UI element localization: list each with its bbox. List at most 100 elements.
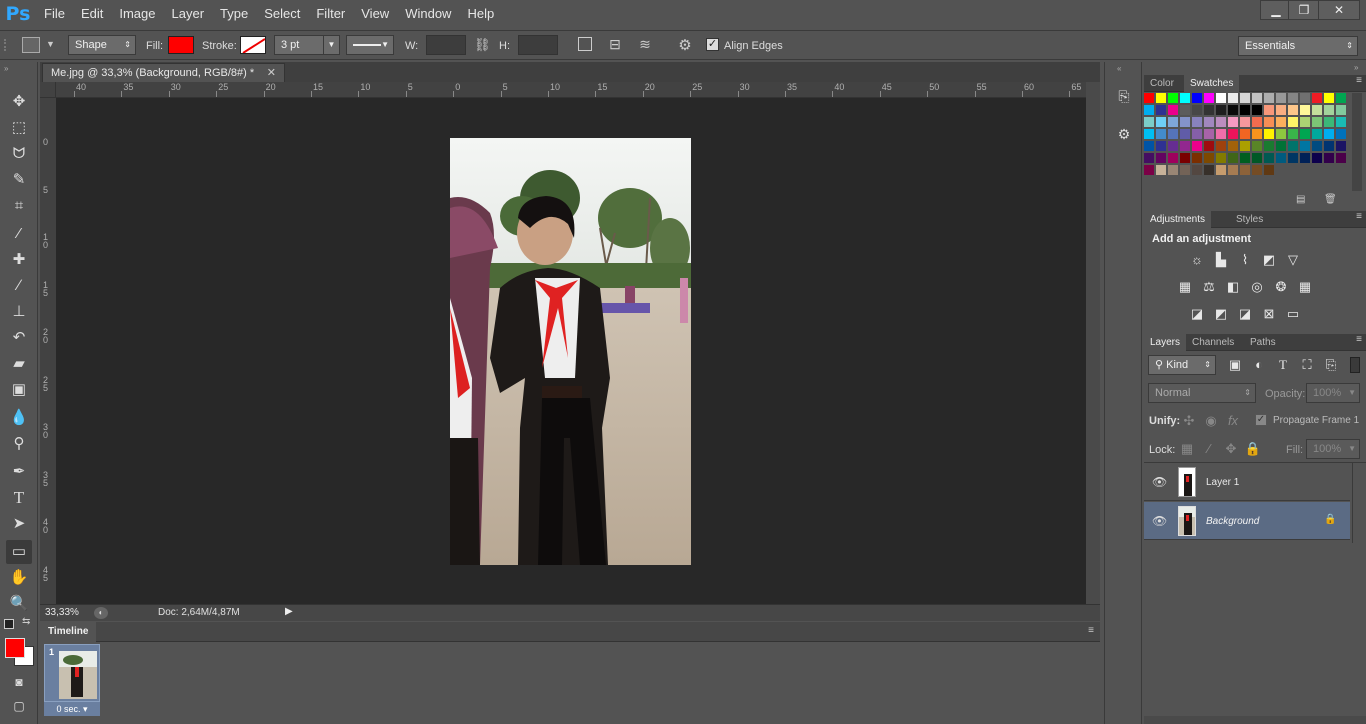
unify-position-icon[interactable]: ✣ <box>1180 412 1198 430</box>
tab-styles[interactable]: Styles <box>1230 211 1269 228</box>
color-swatch[interactable] <box>1228 153 1238 163</box>
color-swatch[interactable] <box>1288 153 1298 163</box>
lock-image-icon[interactable]: ∕ <box>1200 440 1218 458</box>
document-tab[interactable]: Me.jpg @ 33,3% (Background, RGB/8#) * ✕ <box>42 63 285 82</box>
color-swatch[interactable] <box>1252 93 1262 103</box>
adjustments-menu-icon[interactable]: ≡ <box>1356 211 1362 222</box>
color-swatch[interactable] <box>1204 93 1214 103</box>
color-swatch[interactable] <box>1300 93 1310 103</box>
threshold-icon[interactable]: ◪ <box>1236 305 1254 323</box>
gradient-map-icon[interactable]: ▭ <box>1284 305 1302 323</box>
color-swatch[interactable] <box>1300 105 1310 115</box>
color-swatch[interactable] <box>1324 93 1334 103</box>
ruler-origin[interactable] <box>40 82 56 98</box>
color-swatch[interactable] <box>1288 117 1298 127</box>
color-swatch[interactable] <box>1192 129 1202 139</box>
unify-visibility-icon[interactable]: ◉ <box>1202 412 1220 430</box>
new-swatch-icon[interactable]: ▤ <box>1296 194 1305 205</box>
close-window-button[interactable]: ✕ <box>1318 0 1360 20</box>
eye-visibility-icon[interactable]: 👁 <box>1152 475 1167 489</box>
color-swatch[interactable] <box>1240 141 1250 151</box>
menu-help[interactable]: Help <box>459 0 502 28</box>
color-swatch[interactable] <box>1228 129 1238 139</box>
color-swatch[interactable] <box>1240 93 1250 103</box>
layers-menu-icon[interactable]: ≡ <box>1356 334 1362 345</box>
color-swatch[interactable] <box>1192 153 1202 163</box>
fill-opacity-input[interactable]: 100% ▼ <box>1306 439 1360 459</box>
menu-type[interactable]: Type <box>212 0 256 28</box>
vertical-scrollbar[interactable] <box>1086 82 1100 604</box>
color-swatch[interactable] <box>1144 141 1154 151</box>
layer-row-layer-1[interactable]: 👁 Layer 1 <box>1144 463 1350 501</box>
propagate-frame-checkbox[interactable]: ✓ <box>1255 414 1267 426</box>
color-swatch[interactable] <box>1324 141 1334 151</box>
default-colors-icon[interactable] <box>4 619 14 629</box>
color-swatch[interactable] <box>1204 141 1214 151</box>
gear-icon[interactable]: ⚙ <box>676 36 694 54</box>
stroke-width-input[interactable]: 3 pt ▼ <box>274 35 340 55</box>
color-swatch[interactable] <box>1276 93 1286 103</box>
lock-all-icon[interactable]: 🔒 <box>1244 440 1262 458</box>
path-alignment-icon[interactable]: ⊟ <box>606 36 624 54</box>
tab-channels[interactable]: Channels <box>1186 334 1240 351</box>
color-swatch[interactable] <box>1300 129 1310 139</box>
color-swatch[interactable] <box>1156 93 1166 103</box>
color-swatch[interactable] <box>1144 93 1154 103</box>
color-swatch[interactable] <box>1216 105 1226 115</box>
menu-window[interactable]: Window <box>397 0 459 28</box>
color-swatch[interactable] <box>1336 117 1346 127</box>
timeline-menu-icon[interactable]: ≡ <box>1088 625 1094 636</box>
color-swatch[interactable] <box>1336 153 1346 163</box>
color-swatch[interactable] <box>1180 117 1190 127</box>
timeline-frame[interactable]: 1 <box>44 644 100 702</box>
brush-tool-icon[interactable]: ∕ <box>6 274 32 298</box>
color-swatch[interactable] <box>1276 153 1286 163</box>
color-swatch[interactable] <box>1312 117 1322 127</box>
filter-pixel-icon[interactable]: ▣ <box>1226 356 1244 374</box>
posterize-icon[interactable]: ◩ <box>1212 305 1230 323</box>
color-swatch[interactable] <box>1240 153 1250 163</box>
filter-type-icon[interactable]: T <box>1274 356 1292 374</box>
swap-colors-icon[interactable]: ⇆ <box>22 616 30 627</box>
color-swatch[interactable] <box>1156 105 1166 115</box>
color-swatch[interactable] <box>1300 141 1310 151</box>
rectangle-tool-icon[interactable]: ▭ <box>6 540 32 564</box>
frame-delay-dropdown[interactable]: 0 sec. ▾ <box>44 702 100 716</box>
menu-filter[interactable]: Filter <box>308 0 353 28</box>
color-swatch[interactable] <box>1144 105 1154 115</box>
menu-image[interactable]: Image <box>111 0 163 28</box>
color-swatch[interactable] <box>1264 165 1274 175</box>
fill-color-swatch[interactable] <box>168 36 194 54</box>
eraser-tool-icon[interactable]: ▰ <box>6 352 32 376</box>
color-swatch[interactable] <box>1180 93 1190 103</box>
color-swatch[interactable] <box>1204 153 1214 163</box>
color-swatch[interactable] <box>1288 105 1298 115</box>
stroke-color-swatch[interactable] <box>240 36 266 54</box>
eyedropper-tool-icon[interactable]: ⁄ <box>6 222 32 246</box>
menu-file[interactable]: File <box>36 0 73 28</box>
color-swatch[interactable] <box>1180 153 1190 163</box>
restore-button[interactable]: ❐ <box>1288 0 1320 20</box>
lasso-tool-icon[interactable]: ᗢ <box>6 142 32 166</box>
color-swatch[interactable] <box>1228 165 1238 175</box>
menu-select[interactable]: Select <box>256 0 308 28</box>
properties-panel-icon[interactable]: ⚙ <box>1115 126 1133 144</box>
color-swatch[interactable] <box>1156 141 1166 151</box>
document-image[interactable] <box>450 138 691 565</box>
color-swatch[interactable] <box>1312 105 1322 115</box>
color-swatch[interactable] <box>1252 165 1262 175</box>
color-swatch[interactable] <box>1252 141 1262 151</box>
dodge-tool-icon[interactable]: ⚲ <box>6 432 32 456</box>
selective-color-icon[interactable]: ⊠ <box>1260 305 1278 323</box>
exposure-icon[interactable]: ◩ <box>1260 251 1278 269</box>
color-swatch[interactable] <box>1264 153 1274 163</box>
color-swatch[interactable] <box>1156 165 1166 175</box>
color-swatch[interactable] <box>1180 141 1190 151</box>
zoom-tool-icon[interactable]: 🔍 <box>6 592 32 616</box>
color-swatch[interactable] <box>1180 105 1190 115</box>
color-swatch[interactable] <box>1168 141 1178 151</box>
swatches-scrollbar[interactable] <box>1352 93 1362 191</box>
color-swatch[interactable] <box>1264 93 1274 103</box>
path-arrangement-icon[interactable]: ≋ <box>636 36 654 54</box>
color-swatch[interactable] <box>1288 141 1298 151</box>
